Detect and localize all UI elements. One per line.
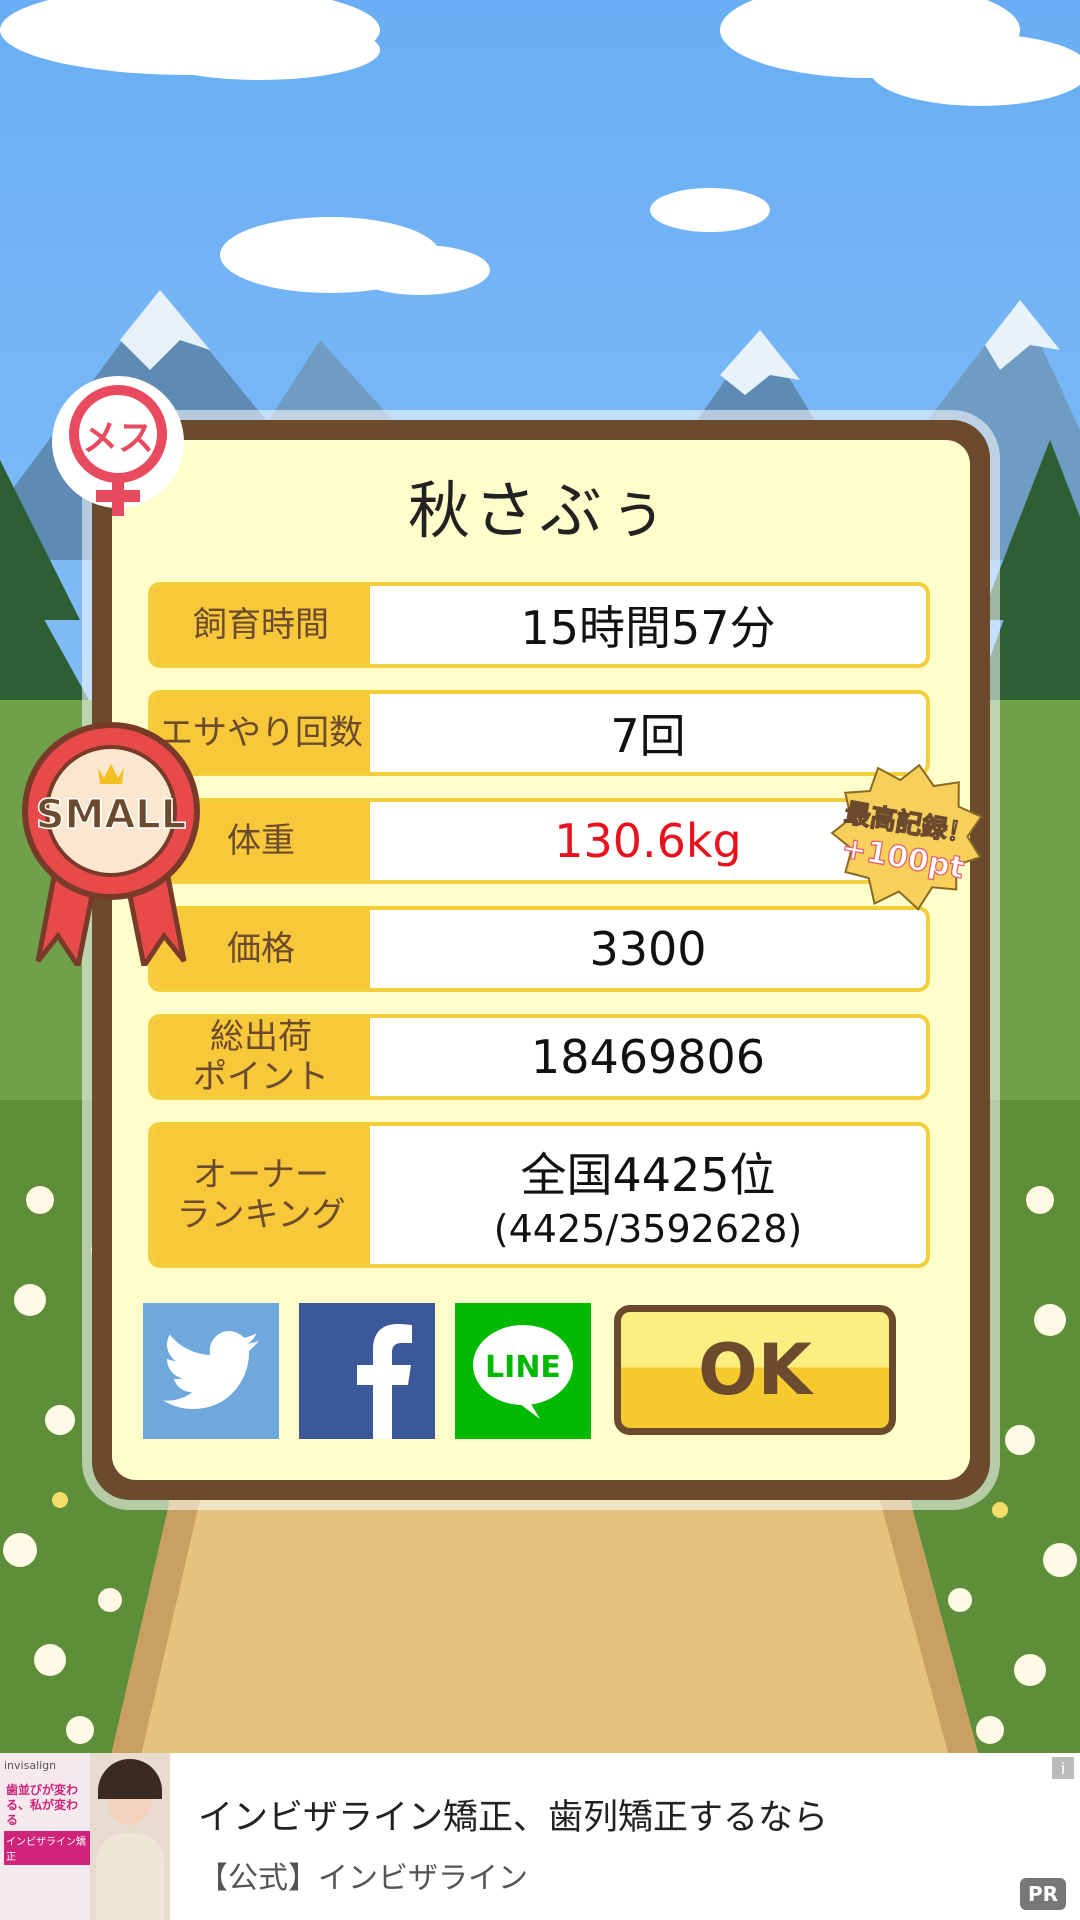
ad-pr-badge: PR <box>1020 1878 1066 1910</box>
stat-row-total-points: 総出荷 ポイント 18469806 <box>148 1014 930 1100</box>
twitter-share-button[interactable] <box>143 1303 279 1439</box>
ad-title[interactable]: インビザライン矯正、歯列矯正するなら <box>198 1789 828 1840</box>
ok-button[interactable]: OK <box>614 1305 896 1435</box>
svg-text:LINE: LINE <box>485 1350 561 1385</box>
small-size-ribbon-badge: SMALL <box>22 722 200 966</box>
ad-banner[interactable]: invisalign 歯並びが変わる、私が変わる インビザライン矯正 インビザラ… <box>0 1753 1080 1920</box>
stat-label: 飼育時間 <box>152 586 370 664</box>
svg-text:メス: メス <box>82 418 154 459</box>
stat-label: オーナー ランキング <box>152 1126 370 1264</box>
stat-value: 3300 <box>589 922 707 976</box>
stat-row-feed-count: エサやり回数 7回 <box>148 690 930 776</box>
ad-image-photo <box>90 1753 170 1920</box>
pig-name: 秋さぶぅ <box>407 474 672 547</box>
twitter-icon <box>163 1331 259 1409</box>
ad-image[interactable]: invisalign 歯並びが変わる、私が変わる インビザライン矯正 <box>0 1753 170 1920</box>
facebook-icon <box>357 1324 412 1439</box>
stat-value: 全国4425位 (4425/3592628) <box>370 1126 926 1264</box>
stat-value: 18469806 <box>530 1030 766 1084</box>
ranking-value: 全国4425位 <box>520 1148 776 1202</box>
ad-image-headline: 歯並びが変わる、私が変わる <box>6 1783 79 1827</box>
stat-row-owner-ranking: オーナー ランキング 全国4425位 (4425/3592628) <box>148 1122 930 1268</box>
dirt-path <box>110 1500 980 1760</box>
ranking-detail: (4425/3592628) <box>493 1207 803 1251</box>
stat-value: 15時間57分 <box>520 601 776 655</box>
svg-text:SMALL: SMALL <box>36 792 187 838</box>
female-gender-icon: メス <box>52 376 184 516</box>
best-record-badge: 最高記録！ +100pt <box>830 763 983 911</box>
facebook-share-button[interactable] <box>299 1303 435 1439</box>
stat-row-price: 価格 3300 <box>148 906 930 992</box>
stat-row-weight: 体重 130.6kg <box>148 798 930 884</box>
stat-label: 総出荷 ポイント <box>152 1018 370 1096</box>
ad-subtitle[interactable]: 【公式】インビザライン <box>198 1853 528 1897</box>
line-icon: LINE <box>473 1325 573 1419</box>
ad-info-icon[interactable]: i <box>1052 1757 1074 1779</box>
line-share-button[interactable]: LINE <box>455 1303 591 1439</box>
ad-image-tag: インビザライン矯正 <box>4 1831 92 1865</box>
ad-image-brand: invisalign <box>4 1759 57 1772</box>
stat-row-rearing-time: 飼育時間 15時間57分 <box>148 582 930 668</box>
